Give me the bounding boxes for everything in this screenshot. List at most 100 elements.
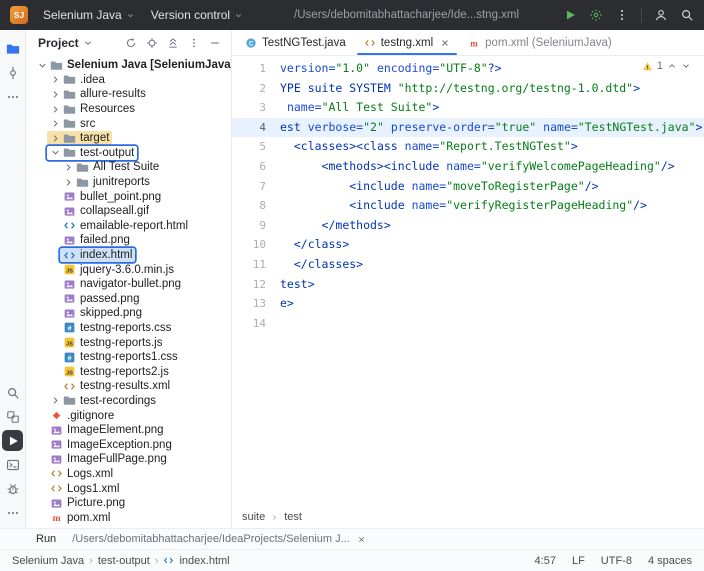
options-button[interactable]: [185, 35, 202, 52]
code-line-10[interactable]: 10 </class>: [232, 235, 704, 255]
breadcrumb-suite[interactable]: suite: [242, 511, 265, 523]
tab-testng-xml[interactable]: testng.xml: [355, 30, 459, 55]
chevron-up-icon[interactable]: [667, 61, 677, 71]
status-utf-8[interactable]: UTF-8: [601, 555, 632, 567]
refresh-button[interactable]: [122, 35, 139, 52]
tree-item-junitreports[interactable]: junitreports: [26, 175, 231, 190]
tree-item-picture-png[interactable]: Picture.png: [26, 496, 231, 511]
tree-item-testng-reports2-js[interactable]: JStestng-reports2.js: [26, 364, 231, 379]
run-button[interactable]: [563, 8, 577, 22]
code-line-9[interactable]: 9 </methods>: [232, 216, 704, 236]
tool-search[interactable]: [2, 382, 23, 403]
code-line-12[interactable]: 12test>: [232, 275, 704, 295]
tool-services[interactable]: [2, 406, 23, 427]
collapse-all-button[interactable]: [164, 35, 181, 52]
tree-item-testng-reports1-css[interactable]: #testng-reports1.css: [26, 350, 231, 365]
code-line-14[interactable]: 14: [232, 314, 704, 334]
tree-item-passed-png[interactable]: passed.png: [26, 292, 231, 307]
app-logo[interactable]: SJ: [10, 6, 28, 24]
tree-item-allure-results[interactable]: allure-results: [26, 87, 231, 102]
select-opened-file-button[interactable]: [143, 35, 160, 52]
tree-item-jquery-3-6-0-min-js[interactable]: JSjquery-3.6.0.min.js: [26, 262, 231, 277]
tree-item-testng-reports-js[interactable]: JStestng-reports.js: [26, 335, 231, 350]
tool-project[interactable]: [2, 38, 23, 59]
tree-item-failed-png[interactable]: failed.png: [26, 233, 231, 248]
code-line-11[interactable]: 11 </classes>: [232, 255, 704, 275]
status-4-spaces[interactable]: 4 spaces: [648, 555, 692, 567]
tree-item-testng-reports-css[interactable]: #testng-reports.css: [26, 321, 231, 336]
code-line-1[interactable]: 1version="1.0" encoding="UTF-8"?>: [232, 59, 704, 79]
code-line-4[interactable]: 4est verbose="2" preserve-order="true" n…: [232, 118, 704, 138]
run-panel-bar: Run /Users/debomitabhattacharjee/IdeaPro…: [0, 528, 704, 549]
tree-item-emailable-report-html[interactable]: emailable-report.html: [26, 219, 231, 234]
tree-item-resources[interactable]: Resources: [26, 102, 231, 117]
code-line-6[interactable]: 6 <methods><include name="verifyWelcomeP…: [232, 157, 704, 177]
tool-more-bottom[interactable]: [2, 502, 23, 523]
breadcrumb-test[interactable]: test: [284, 511, 302, 523]
code-line-7[interactable]: 7 <include name="moveToRegisterPage"/>: [232, 177, 704, 197]
tool-run[interactable]: [2, 430, 23, 451]
chevron-right-icon[interactable]: [50, 133, 61, 144]
status-crumb-test-output[interactable]: test-output: [98, 555, 150, 567]
status-lf[interactable]: LF: [572, 555, 585, 567]
tree-item-all-test-suite[interactable]: All Test Suite: [26, 160, 231, 175]
tree-item-testng-results-xml[interactable]: testng-results.xml: [26, 379, 231, 394]
run-panel-title[interactable]: Run: [36, 533, 56, 545]
chevron-right-icon[interactable]: [50, 395, 61, 406]
hide-button[interactable]: [206, 35, 223, 52]
tree-item-bullet-point-png[interactable]: bullet_point.png: [26, 189, 231, 204]
chevron-right-icon[interactable]: [50, 104, 61, 115]
tree-item-skipped-png[interactable]: skipped.png: [26, 306, 231, 321]
tab-testngtest-java[interactable]: CTestNGTest.java: [236, 30, 355, 55]
tree-item-logs1-xml[interactable]: Logs1.xml: [26, 481, 231, 496]
code-line-3[interactable]: 3 name="All Test Suite">: [232, 98, 704, 118]
search-icon[interactable]: [680, 8, 694, 22]
chevron-right-icon[interactable]: [50, 74, 61, 85]
close-icon[interactable]: [440, 38, 450, 48]
tool-problems[interactable]: [2, 478, 23, 499]
inspections-widget[interactable]: 1: [639, 59, 694, 73]
chevron-right-icon[interactable]: [50, 89, 61, 100]
status-4-57[interactable]: 4:57: [535, 555, 556, 567]
chevron-down-icon[interactable]: [37, 60, 48, 71]
code-line-5[interactable]: 5 <classes><class name="Report.TestNGTes…: [232, 137, 704, 157]
code-line-2[interactable]: 2YPE suite SYSTEM "http://testng.org/tes…: [232, 79, 704, 99]
chevron-right-icon[interactable]: [63, 177, 74, 188]
close-icon[interactable]: [357, 535, 366, 544]
tree-item-pom-xml[interactable]: mpom.xml: [26, 510, 231, 525]
tree-item-src[interactable]: src: [26, 116, 231, 131]
chevron-down-icon[interactable]: [50, 147, 61, 158]
code-line-8[interactable]: 8 <include name="verifyRegisterPageHeadi…: [232, 196, 704, 216]
tab-pom-xml-seleniumjava[interactable]: mpom.xml (SeleniumJava): [459, 30, 621, 55]
run-tab[interactable]: /Users/debomitabhattacharjee/IdeaProject…: [72, 533, 366, 545]
tool-more[interactable]: [2, 86, 23, 107]
chevron-right-icon[interactable]: [50, 118, 61, 129]
vcs-widget[interactable]: Version control: [144, 5, 250, 25]
gear-icon[interactable]: [589, 8, 603, 22]
tree-item-imagefullpage-png[interactable]: ImageFullPage.png: [26, 452, 231, 467]
tree-item-collapseall-gif[interactable]: collapseall.gif: [26, 204, 231, 219]
tree-item-test-output[interactable]: test-output: [26, 146, 231, 161]
tree-item-idea[interactable]: .idea: [26, 73, 231, 88]
project-selector[interactable]: Selenium Java: [36, 5, 142, 25]
status-crumb-index-html[interactable]: index.html: [179, 555, 229, 567]
status-crumb-selenium-java[interactable]: Selenium Java: [12, 555, 84, 567]
tree-item-navigator-bullet-png[interactable]: navigator-bullet.png: [26, 277, 231, 292]
more-actions-icon[interactable]: [615, 8, 629, 22]
user-icon[interactable]: [654, 8, 668, 22]
code-editor[interactable]: 1version="1.0" encoding="UTF-8"?>2YPE su…: [232, 56, 704, 506]
tree-item-logs-xml[interactable]: Logs.xml: [26, 467, 231, 482]
code-line-13[interactable]: 13e>: [232, 294, 704, 314]
tree-item-test-recordings[interactable]: test-recordings: [26, 394, 231, 409]
tree-item-selenium-java-seleniumjava[interactable]: Selenium Java [SeleniumJava]~/IdeaProjec: [26, 58, 231, 73]
tree-item-imageelement-png[interactable]: ImageElement.png: [26, 423, 231, 438]
tree-item-imageexception-png[interactable]: ImageException.png: [26, 437, 231, 452]
chevron-down-icon[interactable]: [681, 61, 691, 71]
tool-commit[interactable]: [2, 62, 23, 83]
tree-item-gitignore[interactable]: .gitignore: [26, 408, 231, 423]
tree-item-index-html[interactable]: index.html: [26, 248, 231, 263]
tool-terminal[interactable]: [2, 454, 23, 475]
project-panel-title[interactable]: Project: [38, 36, 79, 50]
tree-item-target[interactable]: target: [26, 131, 231, 146]
chevron-right-icon[interactable]: [63, 162, 74, 173]
